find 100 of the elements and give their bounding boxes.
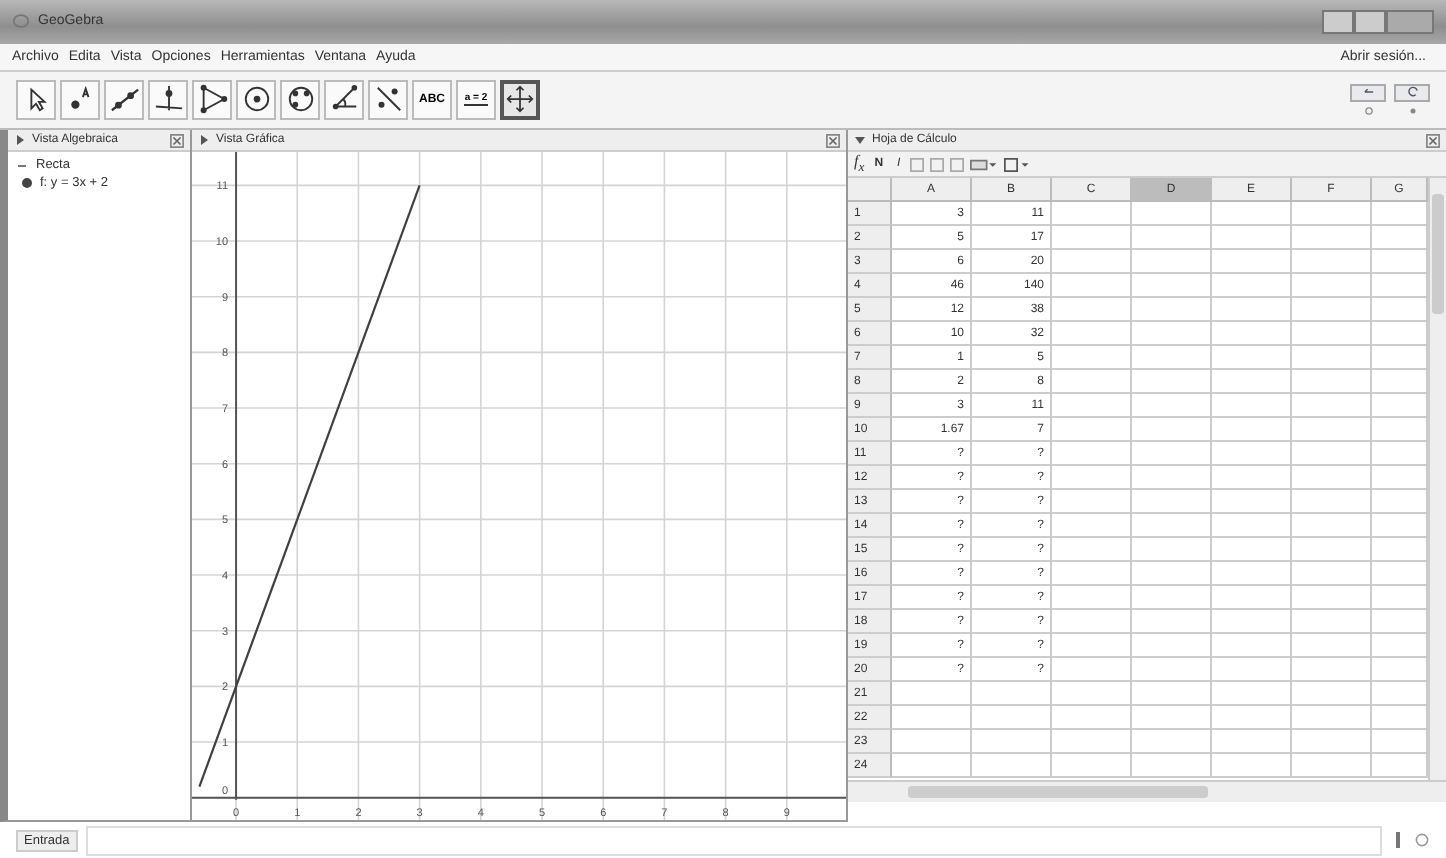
table-cell (1132, 514, 1212, 539)
table-cell (1292, 610, 1372, 635)
table-cell (1052, 346, 1132, 371)
table-cell (1132, 586, 1212, 611)
table-cell (1132, 274, 1212, 299)
table-cell (1212, 586, 1292, 611)
table-cell (1052, 682, 1132, 707)
toggle-triangle-icon[interactable] (14, 134, 26, 147)
table-cell (1132, 298, 1212, 323)
tool-button[interactable] (324, 79, 364, 120)
table-cell (1212, 202, 1292, 227)
table-cell (972, 682, 1052, 707)
formula-button[interactable]: f$_{x}$ (854, 152, 865, 177)
table-cell (1052, 706, 1132, 731)
table-cell (1132, 754, 1212, 779)
table-cell (1052, 538, 1132, 563)
tool-button[interactable] (16, 79, 56, 120)
horizontal-scrollbar[interactable] (848, 780, 1446, 803)
table-cell (1212, 514, 1292, 539)
angle-icon (329, 84, 359, 115)
table-cell (1132, 394, 1212, 419)
settings-icon[interactable] (1407, 105, 1417, 116)
table-cell (1132, 322, 1212, 347)
circle-points-icon (285, 84, 315, 115)
point-icon (65, 84, 95, 115)
tool-button[interactable] (236, 79, 276, 120)
minimize-button[interactable] (1322, 9, 1354, 34)
vertical-scrollbar[interactable] (1428, 178, 1446, 781)
table-cell (1132, 682, 1212, 707)
table-cell (1292, 442, 1372, 467)
table-cell (1292, 586, 1372, 611)
function-line[interactable] (198, 185, 421, 788)
table-cell (1052, 514, 1132, 539)
perpendicular-line-icon (153, 84, 183, 115)
table-cell (1292, 298, 1372, 323)
table-cell (1292, 754, 1372, 779)
tool-button[interactable] (500, 79, 540, 120)
table-cell (1052, 754, 1132, 779)
table-cell (1132, 370, 1212, 395)
minus-icon[interactable] (16, 159, 28, 172)
tool-button[interactable] (280, 79, 320, 120)
table-cell (1212, 562, 1292, 587)
table-cell (892, 706, 972, 731)
table-cell (1292, 634, 1372, 659)
visibility-dot[interactable] (22, 178, 32, 189)
close-icon[interactable] (826, 133, 840, 148)
close-icon[interactable] (170, 133, 184, 148)
table-cell (1052, 442, 1132, 467)
table-cell (1052, 298, 1132, 323)
table-cell (1132, 562, 1212, 587)
circle-icon (241, 84, 271, 115)
table-cell (1212, 370, 1292, 395)
fill-color-icon[interactable] (970, 157, 999, 172)
table-cell (1212, 250, 1292, 275)
table-cell (1052, 634, 1132, 659)
table-cell (1052, 562, 1132, 587)
table-cell (1212, 394, 1292, 419)
table-cell (1292, 322, 1372, 347)
toggle-triangle-icon[interactable] (854, 134, 866, 147)
table-cell (1052, 586, 1132, 611)
border-icon[interactable] (1004, 157, 1033, 172)
table-cell (1052, 658, 1132, 683)
tool-button[interactable] (192, 79, 232, 120)
maximize-button[interactable] (1354, 9, 1386, 34)
table-cell (1212, 682, 1292, 707)
redo-button[interactable] (1394, 83, 1430, 102)
tool-button[interactable] (104, 79, 144, 120)
table-cell (1212, 634, 1292, 659)
line-points-icon (373, 84, 403, 115)
help-icon[interactable] (1363, 105, 1373, 116)
help-icon[interactable] (1414, 830, 1430, 851)
table-cell (1292, 706, 1372, 731)
table-cell (1132, 730, 1212, 755)
table-cell (1052, 418, 1132, 443)
table-cell (1212, 226, 1292, 251)
table-cell (1292, 418, 1372, 443)
table-cell (1132, 346, 1212, 371)
close-icon[interactable] (1426, 133, 1440, 148)
table-cell (1132, 466, 1212, 491)
undo-button[interactable] (1350, 83, 1386, 102)
table-cell (1052, 274, 1132, 299)
table-cell (1212, 610, 1292, 635)
toggle-triangle-icon[interactable] (198, 134, 210, 147)
table-cell (1292, 274, 1372, 299)
table-cell (1292, 730, 1372, 755)
table-cell (1052, 490, 1132, 515)
tool-button[interactable] (368, 79, 408, 120)
input-field[interactable] (85, 825, 1382, 856)
table-cell (1132, 658, 1212, 683)
undo-arrow-icon (1361, 86, 1375, 99)
table-cell (972, 706, 1052, 731)
tool-button[interactable] (60, 79, 100, 120)
table-cell (1212, 466, 1292, 491)
table-cell (1292, 658, 1372, 683)
table-cell (1292, 514, 1372, 539)
table-cell (972, 754, 1052, 779)
tool-button[interactable] (148, 79, 188, 120)
table-cell (1212, 418, 1292, 443)
table-cell (1292, 490, 1372, 515)
table-cell (1052, 226, 1132, 251)
